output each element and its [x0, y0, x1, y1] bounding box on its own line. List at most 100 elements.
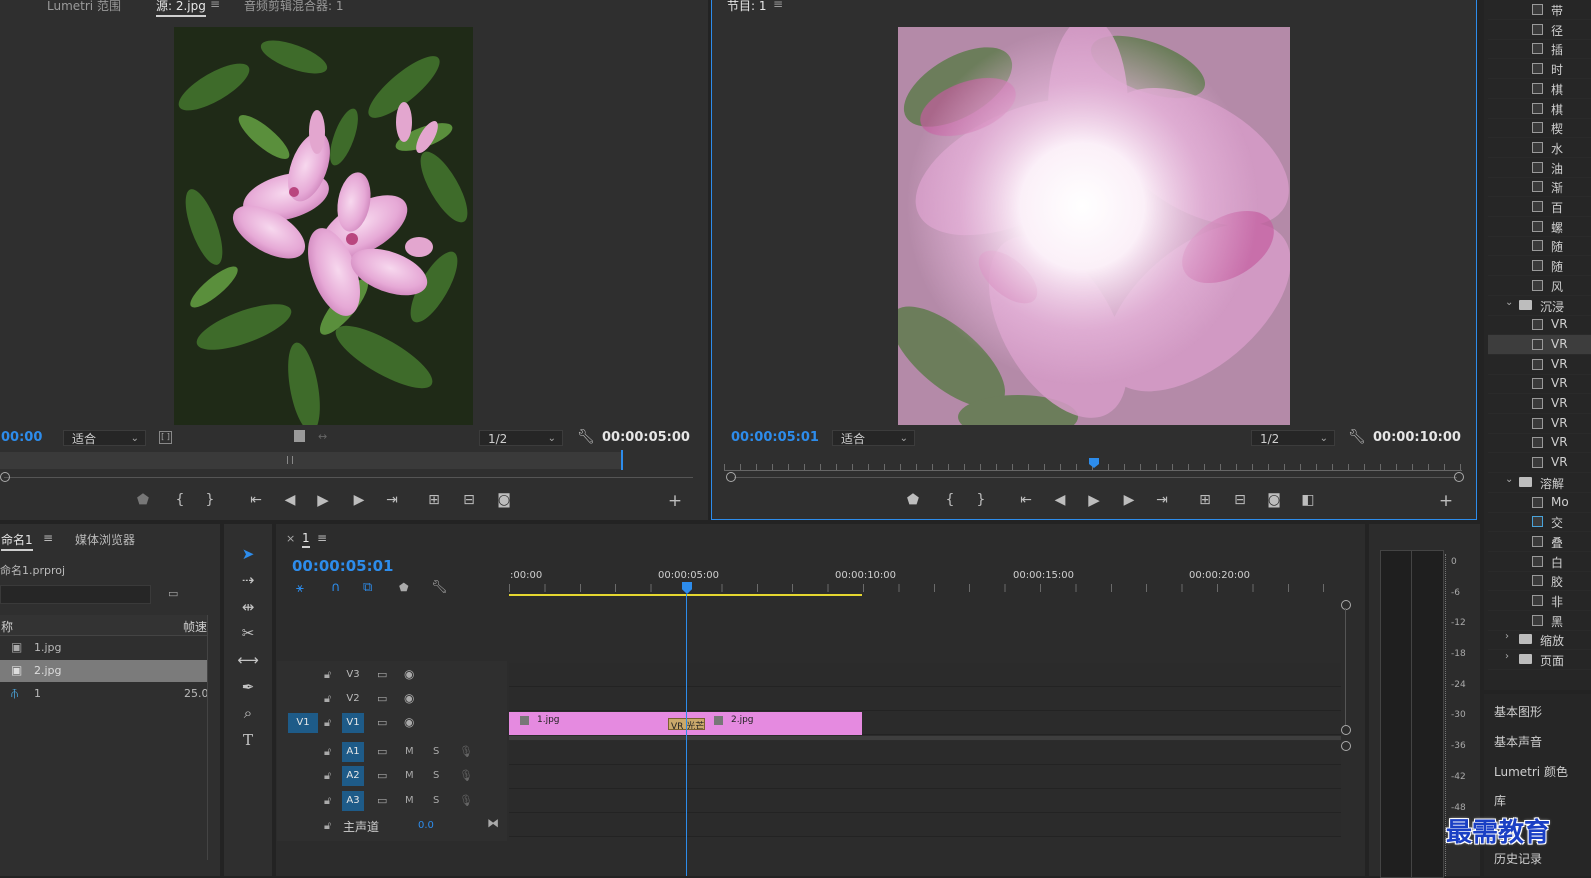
effect-item[interactable]: 叠 — [1488, 532, 1591, 552]
go-to-out-icon[interactable]: ⇥ — [382, 492, 402, 508]
effect-item[interactable]: 棋 — [1488, 99, 1591, 119]
mark-in-icon[interactable]: { — [170, 492, 190, 508]
wrench-icon[interactable]: 🔧︎ — [1348, 429, 1366, 445]
mute-button[interactable]: M — [405, 746, 414, 757]
add-button-icon[interactable]: + — [1436, 491, 1456, 511]
vertical-zoom-handle[interactable] — [1341, 741, 1351, 751]
list-item[interactable]: ▣ 2.jpg — [0, 660, 207, 682]
chevron-down-icon[interactable]: ⌄ — [1505, 474, 1513, 485]
track-target-v2[interactable]: V2 — [342, 689, 364, 709]
track-master-row[interactable] — [509, 813, 1341, 837]
add-marker-icon[interactable]: ⬟ — [133, 492, 153, 508]
effect-item[interactable]: Mo — [1488, 493, 1591, 513]
effect-item[interactable]: VR — [1488, 315, 1591, 336]
go-to-in-icon[interactable]: ⇤ — [246, 492, 266, 508]
master-volume-value[interactable]: 0.0 — [418, 820, 434, 831]
column-name-header[interactable]: 称 — [1, 618, 13, 635]
insert-icon[interactable]: ⊞ — [424, 492, 444, 508]
list-item[interactable]: ⫚ 1 25.0 — [0, 683, 209, 705]
lock-icon[interactable]: 🔓︎ — [324, 716, 331, 730]
effect-item[interactable]: 随 — [1488, 236, 1591, 257]
track-a2-row[interactable] — [509, 765, 1341, 789]
sync-lock-icon[interactable]: ▭ — [377, 668, 387, 681]
effect-item[interactable]: 渐 — [1488, 177, 1591, 198]
sync-lock-icon[interactable]: ▭ — [377, 692, 387, 705]
source-time-ruler[interactable] — [0, 452, 622, 469]
effects-folder[interactable]: ⌄ 沉浸 — [1488, 296, 1591, 316]
tab-media-browser[interactable]: 媒体浏览器 — [75, 531, 135, 548]
effect-item[interactable]: 螺 — [1488, 217, 1591, 237]
project-scrollbar[interactable] — [207, 615, 208, 860]
lock-icon[interactable]: 🔓︎ — [324, 769, 331, 783]
chevron-right-icon[interactable]: › — [1505, 651, 1509, 662]
solo-button[interactable]: S — [433, 770, 439, 781]
chevron-down-icon[interactable]: ⌄ — [1505, 297, 1513, 308]
mark-in-icon[interactable]: { — [940, 492, 960, 508]
microphone-icon[interactable]: 🎙︎ — [459, 745, 473, 758]
tab-menu-icon[interactable]: ≡ — [43, 531, 53, 545]
sync-lock-icon[interactable]: ▭ — [377, 716, 387, 729]
effect-item[interactable]: 径 — [1488, 20, 1591, 40]
drag-audio-only-icon[interactable]: ↔ — [318, 430, 327, 443]
tab-menu-icon[interactable]: ≡ — [210, 0, 220, 11]
effect-item[interactable]: 黑 — [1488, 611, 1591, 631]
go-to-out-point-icon[interactable]: ⧓ — [487, 816, 499, 830]
effect-item[interactable]: VR — [1488, 433, 1591, 454]
effect-item[interactable]: 带 — [1488, 0, 1591, 20]
mark-out-icon[interactable]: } — [971, 492, 991, 508]
effect-item[interactable]: 油 — [1488, 158, 1591, 178]
project-search-input[interactable] — [0, 585, 151, 604]
effect-item[interactable]: 风 — [1488, 276, 1591, 296]
program-resolution-dropdown[interactable]: 1/2 ⌄ — [1251, 430, 1335, 446]
lift-icon[interactable]: ⊞ — [1195, 492, 1215, 508]
track-a3-row[interactable] — [509, 789, 1341, 813]
drag-handle-icon[interactable]: [ ] — [159, 431, 172, 444]
eye-icon[interactable]: ◉ — [404, 691, 414, 705]
panel-lumetri-color[interactable]: Lumetri 颜色 — [1494, 763, 1568, 780]
ripple-edit-tool-icon[interactable]: ⇹ — [236, 596, 260, 618]
clip-1-jpg[interactable]: 1.jpg — [509, 712, 684, 735]
drag-video-only-icon[interactable] — [294, 430, 305, 442]
track-select-tool-icon[interactable]: ⇢ — [236, 569, 260, 591]
effect-item[interactable]: 棋 — [1488, 79, 1591, 99]
list-item[interactable]: ▣ 1.jpg — [0, 637, 207, 659]
tab-project[interactable]: 命名1 — [1, 531, 33, 551]
track-v3-row[interactable] — [509, 663, 1341, 687]
step-back-icon[interactable]: ◀︎ — [280, 492, 300, 508]
linked-selection-icon[interactable]: ⧉ — [363, 580, 372, 595]
sync-lock-icon[interactable]: ▭ — [377, 794, 387, 807]
solo-button[interactable]: S — [433, 795, 439, 806]
program-fit-dropdown[interactable]: 适合 ⌄ — [832, 430, 915, 446]
pen-tool-icon[interactable]: ✒ — [236, 676, 260, 698]
add-marker-icon[interactable]: ⬟ — [399, 581, 409, 594]
lock-icon[interactable]: 🔓︎ — [324, 668, 331, 682]
sync-lock-icon[interactable]: ▭ — [377, 769, 387, 782]
play-icon[interactable]: ▶︎ — [313, 491, 333, 509]
effect-item[interactable]: 楔 — [1488, 118, 1591, 139]
effect-item[interactable]: VR — [1488, 334, 1591, 355]
lock-icon[interactable]: 🔓︎ — [324, 794, 331, 808]
panel-libraries[interactable]: 库 — [1494, 792, 1506, 809]
track-target-v1[interactable]: V1 — [342, 713, 364, 733]
timeline-playhead-line[interactable] — [686, 594, 687, 876]
source-fit-dropdown[interactable]: 适合 ⌄ — [63, 430, 146, 446]
tab-source[interactable]: 源: 2.jpg — [156, 0, 206, 17]
zoom-tool-icon[interactable]: ⌕ — [236, 702, 260, 724]
effect-item[interactable]: VR — [1488, 374, 1591, 395]
lock-icon[interactable]: 🔓︎ — [324, 819, 331, 833]
track-target-a2[interactable]: A2 — [342, 766, 364, 786]
sync-lock-icon[interactable]: ▭ — [377, 745, 387, 758]
track-target-a3[interactable]: A3 — [342, 791, 364, 811]
effect-item[interactable]: VR — [1488, 394, 1591, 414]
vertical-zoom-handle[interactable] — [1341, 725, 1351, 735]
source-playhead[interactable] — [621, 450, 623, 470]
effect-item[interactable]: VR — [1488, 355, 1591, 375]
effect-item[interactable]: 时 — [1488, 59, 1591, 80]
export-frame-icon[interactable]: ◙ — [494, 492, 514, 508]
effect-item[interactable]: 随 — [1488, 256, 1591, 277]
tab-program[interactable]: 节目: 1 — [727, 0, 767, 14]
step-back-icon[interactable]: ◀︎ — [1050, 492, 1070, 508]
microphone-icon[interactable]: 🎙︎ — [459, 794, 473, 807]
go-to-in-icon[interactable]: ⇤ — [1016, 492, 1036, 508]
extract-icon[interactable]: ⊟ — [1230, 492, 1250, 508]
